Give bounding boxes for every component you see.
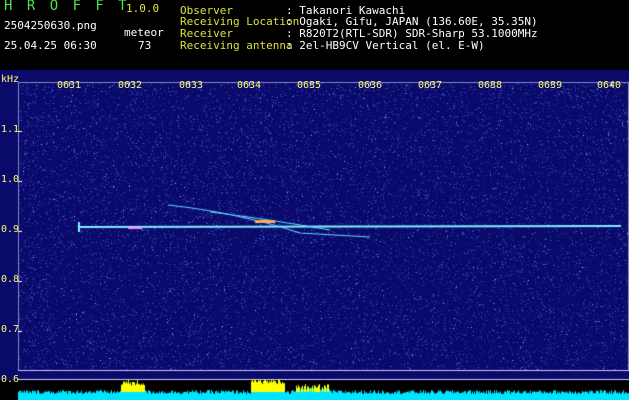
x-tick-label: 0636 — [358, 80, 383, 91]
date-time: 25.04.25 06:30 — [4, 39, 97, 52]
x-tick-label: 0638 — [478, 80, 503, 91]
spectrogram-panel: kHz 1.1 1.0 0.9 0.8 0.7 0.6 0631 0632 06… — [0, 70, 629, 400]
header-panel: H R O F F T 1.0.0 2504250630.png meteor … — [0, 0, 629, 70]
info-key-antenna: Receiving antenna — [180, 39, 293, 52]
app-logo: H R O F F T — [4, 0, 130, 14]
x-tick-label: 0631 — [57, 80, 82, 91]
x-tick-label: 0637 — [418, 80, 443, 91]
x-tick-label: 0634 — [237, 80, 262, 91]
file-name: 2504250630.png — [4, 19, 97, 32]
y-tick-label: 0.9 — [1, 224, 20, 235]
y-axis-unit: kHz — [1, 74, 20, 85]
spectrogram-canvas — [0, 70, 629, 400]
x-tick-label: 0640 — [597, 80, 622, 91]
y-tick-label: 0.8 — [1, 274, 20, 285]
meteor-counter-value: 73 — [138, 39, 152, 52]
y-tick-label: 0.6 — [1, 374, 20, 385]
meteor-counter-label: meteor — [124, 26, 164, 39]
x-tick-label: 0632 — [118, 80, 143, 91]
y-tick-label: 1.0 — [1, 174, 20, 185]
x-tick-label: 0633 — [179, 80, 204, 91]
y-tick-label: 0.7 — [1, 324, 20, 335]
x-tick-label: 0635 — [297, 80, 322, 91]
info-value-antenna: : 2el-HB9CV Vertical (el. E-W) — [286, 39, 485, 52]
app-version: 1.0.0 — [126, 2, 160, 15]
x-tick-label: 0639 — [538, 80, 563, 91]
y-tick-label: 1.1 — [1, 124, 20, 135]
